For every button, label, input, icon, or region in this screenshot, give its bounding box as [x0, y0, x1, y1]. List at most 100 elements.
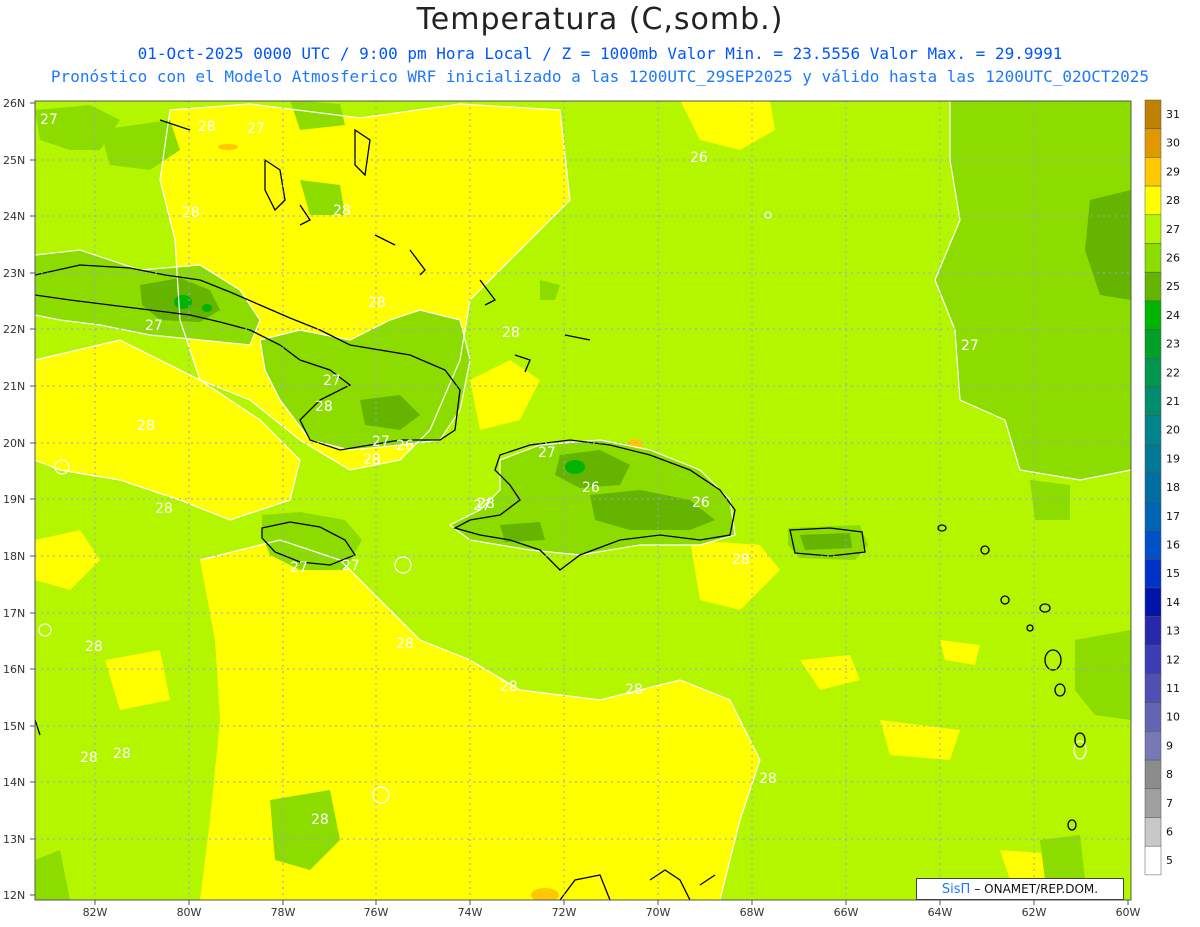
- colorbar-swatch: [1144, 243, 1162, 273]
- lat-tick-label: 17N: [3, 607, 25, 620]
- colorbar-swatch: [1144, 558, 1162, 589]
- colorbar-swatch: [1144, 501, 1162, 531]
- colorbar-swatch: [1144, 673, 1162, 703]
- contour-label: 28: [368, 295, 386, 311]
- lon-tick-label: 68W: [740, 906, 765, 919]
- lat-tick-label: 15N: [3, 720, 25, 733]
- lon-tick-label: 66W: [834, 906, 859, 919]
- colorbar-label: 11: [1166, 682, 1180, 695]
- colorbar-label: 31: [1166, 108, 1180, 121]
- colorbar-swatch: [1144, 616, 1162, 646]
- lon-tick-label: 62W: [1022, 906, 1047, 919]
- colorbar-swatch: [1144, 300, 1162, 330]
- contour-label: 28: [502, 325, 520, 341]
- contour-label: 27: [538, 445, 556, 461]
- contour-label: 28: [500, 679, 518, 695]
- contour-label: 28: [315, 399, 333, 415]
- contour-label: 28: [198, 119, 216, 135]
- lon-tick-label: 60W: [1116, 906, 1141, 919]
- colorbar-label: 17: [1166, 510, 1180, 523]
- map-field: 27 28 27 28 28 27 28 28 26 28 27 28 27 2…: [35, 101, 1131, 900]
- colorbar-label: 20: [1166, 424, 1180, 437]
- colorbar: 31 30 29 28 27 26 25 24 23 22 21 20 19 18 17 16 15 14 13 12…: [1144, 99, 1180, 876]
- colorbar-swatch: [1144, 845, 1162, 876]
- lon-tick-label: 72W: [552, 906, 577, 919]
- lat-tick-label: 26N: [3, 97, 25, 110]
- contour-label: 27: [40, 112, 58, 128]
- colorbar-label: 9: [1166, 739, 1173, 752]
- credit-box: SisΠ – ONAMET/REP.DOM.: [916, 878, 1124, 900]
- colorbar-swatch: [1144, 759, 1162, 790]
- lat-tick-label: 19N: [3, 493, 25, 506]
- colorbar-label: 13: [1166, 625, 1180, 638]
- lat-tick-label: 22N: [3, 323, 25, 336]
- lat-tick-label: 14N: [3, 776, 25, 789]
- contour-label: 26: [396, 438, 414, 454]
- lon-tick-label: 76W: [364, 906, 389, 919]
- colorbar-swatch: [1144, 788, 1162, 818]
- colorbar-swatch: [1144, 645, 1162, 675]
- colorbar-label: 22: [1166, 366, 1180, 379]
- lat-tick-label: 25N: [3, 154, 25, 167]
- contour-label: 26: [692, 495, 710, 511]
- colorbar-swatch: [1144, 157, 1162, 187]
- colorbar-label: 19: [1166, 452, 1180, 465]
- contour-label: 28: [113, 746, 131, 762]
- colorbar-swatch: [1144, 99, 1162, 129]
- colorbar-label: 24: [1166, 309, 1180, 322]
- colorbar-label: 18: [1166, 481, 1180, 494]
- contour-label: 28: [732, 552, 750, 568]
- lat-tick-label: 13N: [3, 833, 25, 846]
- contour-label: 28: [85, 639, 103, 655]
- lat-tick-label: 21N: [3, 380, 25, 393]
- lat-tick-label: 23N: [3, 267, 25, 280]
- contour-label: 28: [80, 750, 98, 766]
- contour-label: 28: [477, 496, 495, 512]
- colorbar-swatch: [1144, 386, 1162, 416]
- lat-tick-label: 16N: [3, 663, 25, 676]
- lat-tick-label: 24N: [3, 210, 25, 223]
- longitude-ticks: [94, 900, 1129, 905]
- colorbar-swatch: [1144, 185, 1162, 216]
- contour-label: 27: [961, 338, 979, 354]
- contour-label: 28: [311, 812, 329, 828]
- colorbar-label: 8: [1166, 768, 1173, 781]
- lat-tick-label: 20N: [3, 437, 25, 450]
- colorbar-swatch: [1144, 817, 1162, 847]
- lat-tick-label: 12N: [3, 889, 25, 902]
- colorbar-swatch: [1144, 214, 1162, 244]
- colorbar-label: 7: [1166, 797, 1173, 810]
- lon-tick-label: 82W: [83, 906, 108, 919]
- lon-tick-label: 70W: [646, 906, 671, 919]
- colorbar-label: 21: [1166, 395, 1180, 408]
- temperature-map: 27 28 27 28 28 27 28 28 26 28 27 28 27 2…: [3, 97, 1180, 919]
- colorbar-swatch: [1144, 731, 1162, 761]
- colorbar-label: 28: [1166, 194, 1180, 207]
- colorbar-swatch: [1144, 702, 1162, 732]
- contour-label: 28: [155, 501, 173, 517]
- colorbar-swatch: [1144, 530, 1162, 560]
- colorbar-label: 29: [1166, 165, 1180, 178]
- colorbar-swatch: [1144, 444, 1162, 474]
- colorbar-label: 27: [1166, 223, 1180, 236]
- lon-tick-label: 74W: [458, 906, 483, 919]
- contour-label: 28: [396, 636, 414, 652]
- lon-tick-label: 64W: [928, 906, 953, 919]
- contour-label: 28: [363, 452, 381, 468]
- colorbar-swatch: [1144, 329, 1162, 359]
- contour-label: 28: [137, 418, 155, 434]
- colorbar-label: 5: [1166, 854, 1173, 867]
- colorbar-swatch: [1144, 358, 1162, 388]
- colorbar-label: 10: [1166, 711, 1180, 724]
- lon-tick-label: 78W: [271, 906, 296, 919]
- contour-label: 27: [247, 121, 265, 137]
- colorbar-swatch: [1144, 472, 1162, 503]
- colorbar-swatch: [1144, 271, 1162, 302]
- contour-label: 28: [759, 771, 777, 787]
- lat-tick-label: 18N: [3, 550, 25, 563]
- colorbar-swatch: [1144, 587, 1162, 617]
- colorbar-label: 23: [1166, 338, 1180, 351]
- colorbar-label: 15: [1166, 567, 1180, 580]
- contour-label: 27: [290, 560, 308, 576]
- contour-label: 27: [372, 434, 390, 450]
